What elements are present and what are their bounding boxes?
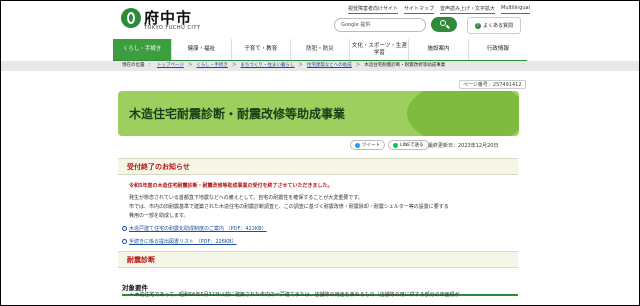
top-link-accessibility[interactable]: 視覚障害者向けサイト [348,5,399,14]
breadcrumb-top[interactable]: トップページ [157,62,184,68]
pdf-link-icon [122,226,127,231]
line-button[interactable]: LINEで送る [388,140,429,150]
breadcrumb-current-label: 現在の位置 [122,63,145,68]
nav-item-facilities[interactable]: 施設案内 [408,39,467,60]
pdf-link-label: 手続きに係る提出図書リスト （PDF：226KB） [129,239,237,245]
page-id: ページ番号：257491412 [459,80,526,89]
nav-item-safety[interactable]: 防犯・防災 [289,39,349,60]
notice-body-line: 市では、市内の旧耐震基準で建築された木造住宅の耐震診断調査と、この調査に基づく耐… [129,204,449,210]
nav-item-health[interactable]: 健康・福祉 [171,39,230,60]
tweet-label: ツイート [362,143,380,148]
global-nav: くらし・手続き 健康・福祉 子育て・教育 防犯・防災 文化・スポーツ・生涯学習 … [113,39,527,62]
search-input[interactable]: Google 提供 [334,18,426,32]
requirements-bullet-text: 木造住宅であって、昭和56年5月31日以前に建築された市内の一戸建てまたは、店舗… [134,292,460,298]
last-updated: 最終更新日：2023年12月20日 [428,143,499,149]
notice-body-line: 費用の一部を助成します。 [129,213,189,219]
page-title: 木造住宅耐震診断・耐震改修等助成事業 [129,107,346,121]
pdf-link-guide[interactable]: 木造戸建て住宅の耐震化助成制度のご案内 （PDF：422KB） [122,225,267,232]
breadcrumb-current: 木造住宅耐震診断・耐震改修等助成事業 [364,63,446,68]
search-button[interactable] [431,17,457,32]
breadcrumb-grant[interactable]: 住宅建築などへの助成 [307,62,352,68]
nav-item-living[interactable]: くらし・手続き [113,39,172,60]
city-brand-sub: TOKYO FUCHU CITY [144,25,201,31]
nav-item-childcare[interactable]: 子育て・教育 [230,39,290,60]
search-placeholder: Google 提供 [341,22,371,28]
page-frame: 府中市 TOKYO FUCHU CITY 視覚障害者向けサイト サイトマップ 音… [0,0,640,306]
breadcrumb: 現在の位置 ： トップページ ＞ くらし・手続き ＞ まちづくり・住まい暮らし … [122,62,445,68]
city-logo-icon[interactable] [121,8,141,28]
requirements-bullet: • 木造住宅であって、昭和56年5月31日以前に建築された市内の一戸建てまたは、… [130,292,460,298]
diagnosis-heading-box: 耐震診断 [118,251,518,268]
breadcrumb-town[interactable]: まちづくり・住まい暮らし [240,62,294,68]
tweet-button[interactable]: ツイート [350,140,385,150]
notice-heading-box: 受付終了のお知らせ [118,158,518,175]
title-decoration [407,91,519,136]
notice-body-line: 発生が懸念されている首都直下地震などへの備えとして、自宅の耐震性を確保することが… [129,195,363,201]
breadcrumb-separator: ＞ [187,63,193,68]
line-icon [393,142,398,148]
question-icon: ? [474,22,481,29]
faq-button[interactable]: ? よくある質問 [467,17,521,34]
breadcrumb-living[interactable]: くらし・手続き [196,62,228,68]
notice-closed-text: 令和5年度の木造住宅耐震診断・耐震改修等助成事業の受付を終了させていただきました… [129,183,333,189]
top-link-sitemap[interactable]: サイトマップ [404,5,435,14]
share-buttons: ツイート LINEで送る [350,140,429,150]
pdf-link-documents[interactable]: 手続きに係る提出図書リスト （PDF：226KB） [122,238,237,245]
breadcrumb-separator: ＞ [231,63,237,68]
breadcrumb-separator: ＞ [298,63,303,68]
nav-item-admin[interactable]: 行政情報 [467,39,527,60]
faq-label: よくある質問 [482,23,513,29]
pdf-link-label: 木造戸建て住宅の耐震化助成制度のご案内 （PDF：422KB） [129,226,267,232]
twitter-icon [355,142,360,148]
nav-item-culture[interactable]: 文化・スポーツ・生涯学習 [349,39,408,60]
breadcrumb-separator: ： [148,63,154,68]
top-link-multilingual[interactable]: Multilingual [501,5,531,14]
diagnosis-heading: 耐震診断 [127,256,155,264]
pdf-link-icon [122,239,127,244]
breadcrumb-separator: ＞ [355,63,361,68]
top-link-voice[interactable]: 音声読み上げ・文字拡大 [440,5,496,14]
top-links: 視覚障害者向けサイト サイトマップ 音声読み上げ・文字拡大 Multilingu… [348,5,531,14]
line-label: LINEで送る [400,143,424,148]
notice-heading: 受付終了のお知らせ [127,163,190,171]
title-banner: 木造住宅耐震診断・耐震改修等助成事業 [118,91,519,136]
